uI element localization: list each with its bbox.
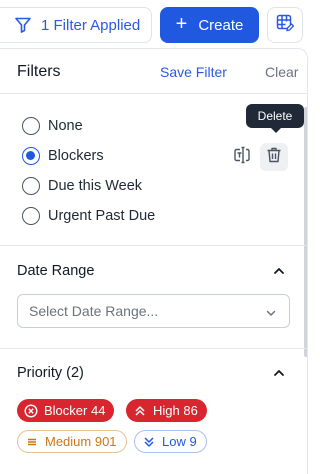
rename-icon <box>233 146 251 169</box>
equals-icon <box>25 435 39 449</box>
toolbar: 1 Filter Applied + Create <box>0 0 313 48</box>
panel-header: Filters Save Filter Clear <box>0 49 307 94</box>
panel-title: Filters <box>17 63 61 80</box>
preset-list: None Blockers Due this Week Urgent Past … <box>0 94 307 246</box>
filters-panel: Filters Save Filter Clear None Blockers … <box>0 48 308 474</box>
chip-label: Low 9 <box>162 434 197 449</box>
chip-label: Blocker 44 <box>44 403 106 418</box>
create-button[interactable]: + Create <box>160 7 259 43</box>
priority-section: Priority (2) Blocker 44 High 86 Medium 9… <box>0 349 307 474</box>
delete-button[interactable] <box>260 143 288 171</box>
date-range-placeholder: Select Date Range... <box>29 303 159 319</box>
delete-tooltip: Delete <box>246 104 304 133</box>
filter-icon <box>14 16 32 34</box>
clear-button[interactable]: Clear <box>265 64 298 80</box>
chevrons-down-icon <box>142 435 156 449</box>
chevron-down-icon <box>265 306 277 322</box>
date-range-select[interactable]: Select Date Range... <box>17 294 290 328</box>
priority-chip-low[interactable]: Low 9 <box>134 430 207 453</box>
preset-none[interactable]: None <box>22 115 83 137</box>
radio-button-selected[interactable] <box>22 147 40 165</box>
date-range-title: Date Range <box>17 263 95 279</box>
radio-button[interactable] <box>22 177 40 195</box>
preset-label: None <box>48 118 83 134</box>
create-label: Create <box>198 16 244 34</box>
save-filter-button[interactable]: Save Filter <box>160 64 227 80</box>
blocker-icon <box>24 403 38 418</box>
chip-label: High 86 <box>153 403 198 418</box>
trash-icon <box>265 146 283 169</box>
priority-chip-medium[interactable]: Medium 901 <box>17 430 127 453</box>
chevron-up-icon[interactable] <box>272 366 286 380</box>
filter-applied-button[interactable]: 1 Filter Applied <box>0 7 152 43</box>
radio-button[interactable] <box>22 207 40 225</box>
rename-button[interactable] <box>228 143 256 171</box>
preset-label: Due this Week <box>48 178 143 194</box>
preset-label: Blockers <box>48 148 104 164</box>
table-settings-button[interactable] <box>267 7 303 43</box>
preset-urgent-past-due[interactable]: Urgent Past Due <box>22 205 155 227</box>
chip-label: Medium 901 <box>45 434 117 449</box>
chevron-up-icon[interactable] <box>272 264 286 278</box>
priority-title: Priority (2) <box>17 365 84 381</box>
preset-blockers[interactable]: Blockers <box>22 145 104 167</box>
priority-chip-blocker[interactable]: Blocker 44 <box>17 399 115 422</box>
priority-chip-high[interactable]: High 86 <box>126 399 207 422</box>
chevrons-up-icon <box>133 404 147 418</box>
preset-due-this-week[interactable]: Due this Week <box>22 175 142 197</box>
filter-applied-label: 1 Filter Applied <box>41 16 141 34</box>
table-edit-icon <box>276 14 295 37</box>
preset-label: Urgent Past Due <box>48 208 156 224</box>
preset-row-actions <box>228 143 288 171</box>
plus-icon: + <box>175 13 188 35</box>
date-range-section: Date Range Select Date Range... <box>0 246 307 349</box>
radio-button[interactable] <box>22 117 40 135</box>
